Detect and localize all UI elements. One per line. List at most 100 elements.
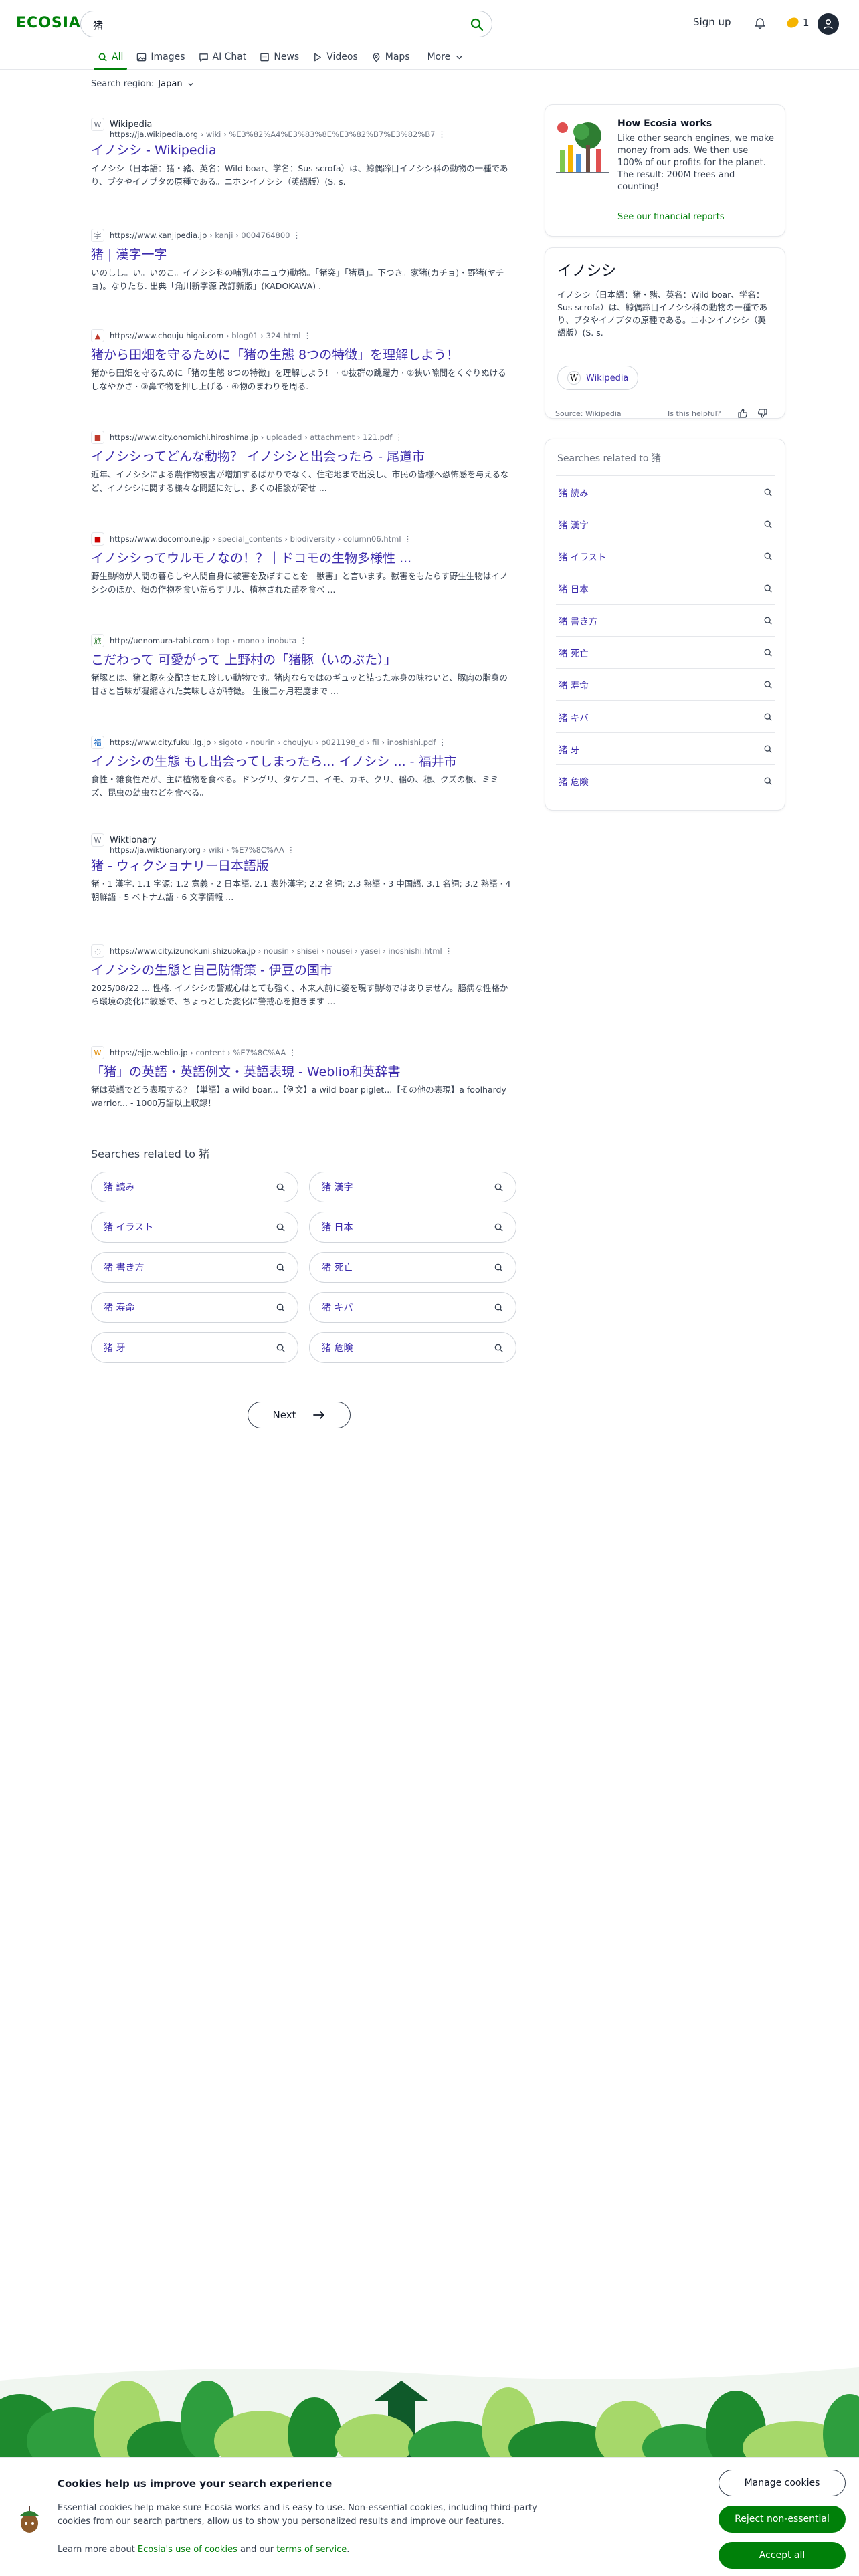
more-options-icon[interactable]: ⋮ (303, 331, 311, 340)
related-search-chip[interactable]: 猪 牙 (91, 1332, 298, 1363)
result-host: https://www.city.izunokuni.shizuoka.jp (110, 946, 256, 956)
result-path: › nousin › shisei › nousei › yasei › ino… (255, 946, 442, 956)
result-source[interactable]: ▲ https://www.chouju higai.com › blog01 … (91, 329, 519, 342)
result-title-link[interactable]: 猪 - ウィクショナリー日本語版 (91, 857, 519, 875)
search-input[interactable] (93, 17, 454, 33)
more-options-icon[interactable]: ⋮ (438, 738, 446, 747)
result-source[interactable]: ■ https://www.docomo.ne.jp › special_con… (91, 532, 519, 546)
terms-of-service-link[interactable]: terms of service (276, 2545, 347, 2555)
accept-all-button[interactable]: Accept all (719, 2542, 846, 2569)
tab-videos[interactable]: Videos (306, 44, 365, 70)
sidebar-related-item[interactable]: 猪 イラスト (556, 540, 775, 572)
favicon-icon: ■ (91, 532, 104, 546)
result-source[interactable]: W Wikipedia (91, 118, 519, 131)
tab-news[interactable]: News (253, 44, 306, 70)
related-search-chip[interactable]: 猪 イラスト (91, 1212, 298, 1243)
reject-non-essential-button[interactable]: Reject non-essential (719, 2506, 846, 2533)
more-options-icon[interactable]: ⋮ (395, 433, 403, 442)
seed-icon (787, 17, 799, 28)
result-url[interactable]: https://ejje.weblio.jp › content › %E7%8… (110, 1048, 296, 1057)
seed-counter[interactable]: 1 (785, 15, 815, 31)
result-url[interactable]: https://www.city.onomichi.hiroshima.jp ›… (110, 433, 403, 442)
sidebar-related-item[interactable]: 猪 読み (556, 475, 775, 508)
related-search-chip[interactable]: 猪 書き方 (91, 1252, 298, 1283)
result-url[interactable]: http://uenomura-tabi.com › top › mono › … (110, 636, 307, 645)
result-title-link[interactable]: イノシシの生態と自己防衛策 - 伊豆の国市 (91, 962, 519, 979)
acorn-icon (19, 2506, 39, 2533)
sidebar-related-item[interactable]: 猪 寿命 (556, 668, 775, 700)
result-url[interactable]: https://www.city.fukui.lg.jp › sigoto › … (110, 738, 446, 747)
avatar[interactable] (818, 13, 839, 35)
result-source[interactable]: ◌ https://www.city.izunokuni.shizuoka.jp… (91, 944, 519, 958)
more-options-icon[interactable]: ⋮ (438, 130, 446, 139)
related-search-chip[interactable]: 猪 寿命 (91, 1292, 298, 1323)
result-source[interactable]: W Wiktionary (91, 833, 519, 847)
wikipedia-button[interactable]: W Wikipedia (557, 366, 639, 390)
result-title-link[interactable]: イノシシ - Wikipedia (91, 142, 519, 159)
more-options-icon[interactable]: ⋮ (292, 231, 300, 240)
related-search-chip[interactable]: 猪 キバ (309, 1292, 516, 1323)
sidebar-related-item[interactable]: 猪 死亡 (556, 636, 775, 668)
related-search-chip[interactable]: 猪 読み (91, 1172, 298, 1202)
result-url[interactable]: https://www.docomo.ne.jp › special_conte… (110, 534, 412, 544)
entity-description: イノシシ（日本語：猪・豬、英名：Wild boar、学名：Sus scrofa）… (557, 290, 768, 338)
result-source[interactable]: 旅 http://uenomura-tabi.com › top › mono … (91, 634, 519, 647)
result-url[interactable]: https://www.chouju higai.com › blog01 › … (110, 331, 311, 340)
cookie-learn-more: Learn more about Ecosia's use of cookies… (58, 2545, 349, 2555)
sidebar-related-item[interactable]: 猪 書き方 (556, 604, 775, 636)
tab-maps[interactable]: Maps (365, 44, 417, 70)
result-url[interactable]: https://www.kanjipedia.jp › kanji › 0004… (110, 231, 300, 240)
search-icon[interactable] (469, 17, 485, 33)
chat-icon (199, 53, 208, 62)
sidebar-related-item[interactable]: 猪 キバ (556, 700, 775, 732)
result-title-link[interactable]: イノシシの生態 もし出会ってしまったら... イノシシ ... - 福井市 (91, 753, 519, 770)
sidebar-related-item[interactable]: 猪 危険 (556, 764, 775, 796)
sidebar-related-item[interactable]: 猪 牙 (556, 732, 775, 764)
result-source[interactable]: ■ https://www.city.onomichi.hiroshima.jp… (91, 431, 519, 444)
more-options-icon[interactable]: ⋮ (288, 1048, 296, 1057)
bell-icon[interactable] (753, 16, 767, 29)
result-source[interactable]: W https://ejje.weblio.jp › content › %E7… (91, 1046, 519, 1059)
related-search-chip[interactable]: 猪 漢字 (309, 1172, 516, 1202)
more-options-icon[interactable]: ⋮ (287, 845, 295, 855)
tree-chart-illustration (556, 122, 609, 173)
favicon-icon: ■ (91, 431, 104, 444)
ecosia-logo[interactable]: ECOSIA (16, 15, 81, 31)
related-search-chip[interactable]: 猪 死亡 (309, 1252, 516, 1283)
tab-label: AI Chat (212, 51, 247, 62)
search-icon (764, 552, 772, 560)
cookies-policy-link[interactable]: Ecosia's use of cookies (138, 2545, 237, 2555)
more-options-icon[interactable]: ⋮ (299, 636, 307, 645)
more-options-icon[interactable]: ⋮ (404, 534, 412, 544)
search-region-selector[interactable]: Search region: Japan (91, 79, 195, 89)
favicon-icon: W (91, 833, 104, 847)
result-source[interactable]: 福 https://www.city.fukui.lg.jp › sigoto … (91, 736, 519, 749)
result-url[interactable]: https://ja.wikipedia.org › wiki › %E3%82… (110, 130, 519, 139)
more-options-icon[interactable]: ⋮ (445, 946, 453, 956)
tab-images[interactable]: Images (130, 44, 191, 70)
user-icon (824, 19, 833, 29)
result-url[interactable]: https://www.city.izunokuni.shizuoka.jp ›… (110, 946, 453, 956)
next-page-button[interactable]: Next (248, 1402, 351, 1428)
sidebar-related-item[interactable]: 猪 日本 (556, 572, 775, 604)
result-title-link[interactable]: 「猪」の英語・英語例文・英語表現 - Weblio和英辞書 (91, 1063, 519, 1081)
result-title-link[interactable]: イノシシってウルモノなの！？｜ドコモの生物多様性 ... (91, 550, 519, 567)
sign-up-link[interactable]: Sign up (693, 16, 731, 28)
sidebar-related-item[interactable]: 猪 漢字 (556, 508, 775, 540)
tab-ai-chat[interactable]: AI Chat (192, 44, 254, 70)
manage-cookies-button[interactable]: Manage cookies (719, 2470, 846, 2496)
related-search-chip[interactable]: 猪 日本 (309, 1212, 516, 1243)
result-source[interactable]: 字 https://www.kanjipedia.jp › kanji › 00… (91, 229, 519, 242)
thumbs-up-icon[interactable] (737, 408, 748, 419)
thumbs-down-icon[interactable] (757, 408, 768, 419)
related-search-chip[interactable]: 猪 危険 (309, 1332, 516, 1363)
financial-reports-link[interactable]: See our financial reports (617, 212, 725, 222)
result-url[interactable]: https://ja.wiktionary.org › wiki › %E7%8… (110, 845, 519, 855)
result-title-link[interactable]: こだわって 可愛がって 上野村の「猪豚（いのぶた）」 (91, 651, 519, 669)
tab-more[interactable]: More (421, 44, 472, 70)
tab-all[interactable]: All (91, 44, 130, 70)
result-title-link[interactable]: 猪から田畑を守るために「猪の生態 8つの特徴」を理解しよう！ (91, 346, 519, 364)
search-box[interactable] (80, 11, 492, 37)
result-title-link[interactable]: 猪 | 漢字一字 (91, 246, 519, 263)
result-title-link[interactable]: イノシシってどんな動物？ イノシシと出会ったら - 尾道市 (91, 448, 519, 465)
